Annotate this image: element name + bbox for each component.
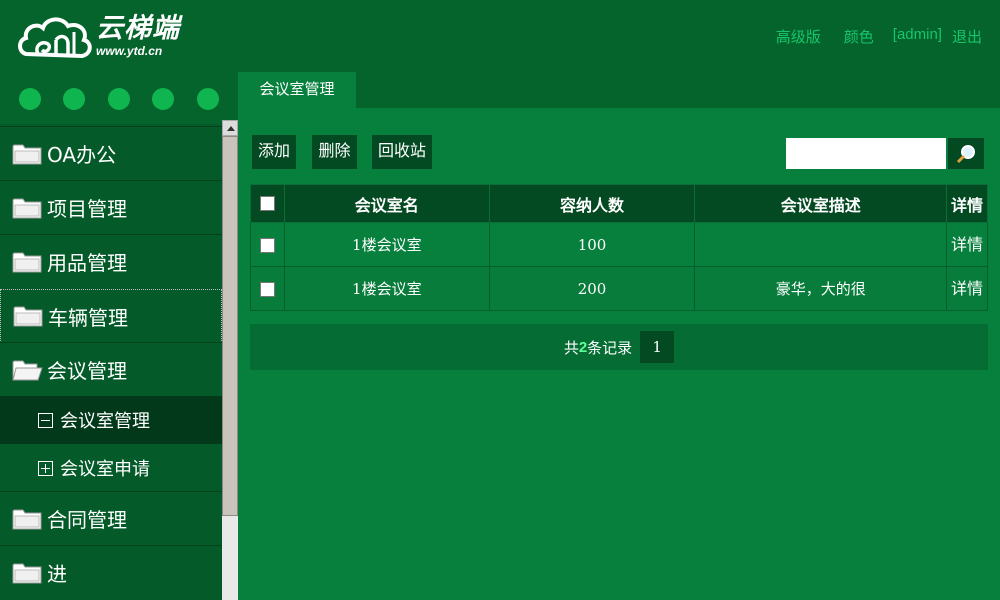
quick-dots-bar: [0, 72, 238, 124]
cloud-logo-icon: [18, 17, 92, 59]
select-all-checkbox[interactable]: [259, 195, 275, 211]
description-cell: 豪华，大的很: [694, 266, 948, 311]
sidebar-item-oa[interactable]: OA办公: [0, 126, 222, 180]
column-header-capacity[interactable]: 容纳人数: [488, 184, 696, 223]
sidebar-item-supplies[interactable]: 用品管理: [0, 234, 222, 288]
sidebar-item-label: 会议管理: [47, 359, 127, 383]
detail-cell: 详情: [946, 222, 988, 267]
tab-strip: 会议室管理: [238, 72, 1000, 108]
table-row: 1楼会议室 100 详情: [250, 222, 988, 267]
folder-icon: [12, 144, 42, 164]
quick-dot-5[interactable]: [197, 88, 219, 110]
description-cell: [694, 222, 948, 267]
sidebar: OA办公 项目管理 用品管理 车辆管理 会议管理 会议室管理 会议室申请 合同管…: [0, 124, 222, 600]
sidebar-subitem-meeting-room-management[interactable]: 会议室管理: [0, 396, 222, 444]
delete-button[interactable]: 删除: [312, 135, 357, 169]
tab-meeting-room-management[interactable]: 会议室管理: [238, 72, 356, 108]
capacity-cell: 200: [488, 266, 696, 311]
sidebar-item-more[interactable]: 进: [0, 545, 222, 599]
record-count: 2: [578, 338, 588, 356]
column-header-name[interactable]: 会议室名: [283, 184, 490, 223]
row-checkbox[interactable]: [259, 238, 275, 253]
search-button[interactable]: [948, 138, 984, 169]
sidebar-subitem-label: 会议室申请: [60, 459, 150, 480]
advanced-link[interactable]: 高级版: [776, 26, 821, 47]
detail-link[interactable]: 详情: [951, 235, 983, 254]
logo-url: www.ytd.cn: [96, 44, 163, 58]
folder-icon: [12, 198, 42, 218]
app-header: 云梯端 www.ytd.cn 高级版 颜色 [admin] 退出: [0, 0, 1000, 72]
record-count-prefix: 共: [563, 339, 579, 357]
room-name-cell: 1楼会议室: [283, 266, 490, 311]
sidebar-item-vehicles[interactable]: 车辆管理: [0, 289, 222, 343]
table-header-row: 会议室名 容纳人数 会议室描述 详情: [250, 184, 988, 223]
quick-dot-4[interactable]: [152, 88, 174, 110]
sidebar-item-label: 车辆管理: [48, 305, 128, 330]
user-link[interactable]: [admin]: [893, 26, 942, 47]
column-header-detail[interactable]: 详情: [946, 184, 988, 223]
expand-icon: [38, 460, 53, 476]
row-checkbox[interactable]: [259, 282, 275, 297]
top-links: 高级版 颜色 [admin] 退出: [776, 26, 982, 47]
sidebar-scrollbar[interactable]: [222, 120, 238, 600]
folder-icon: [13, 306, 43, 327]
detail-link[interactable]: 详情: [951, 279, 983, 298]
collapse-icon: [38, 412, 53, 428]
table-row: 1楼会议室 200 豪华，大的很 详情: [250, 266, 988, 311]
record-count-suffix: 条记录: [587, 339, 633, 357]
folder-icon: [12, 252, 42, 272]
sidebar-item-label: 合同管理: [47, 508, 127, 532]
add-button[interactable]: 添加: [252, 135, 296, 169]
detail-cell: 详情: [946, 266, 988, 311]
scroll-thumb[interactable]: [222, 136, 238, 516]
folder-icon: [12, 509, 42, 529]
sidebar-subitem-label: 会议室管理: [60, 411, 150, 432]
column-header-description[interactable]: 会议室描述: [694, 184, 948, 223]
search-icon: [956, 144, 975, 163]
row-checkbox-cell: [250, 222, 285, 267]
sidebar-item-label: 项目管理: [47, 197, 127, 221]
sidebar-item-label: 用品管理: [47, 251, 127, 275]
room-name-cell: 1楼会议室: [283, 222, 490, 267]
quick-dot-2[interactable]: [63, 88, 85, 110]
scroll-up-arrow-icon[interactable]: [222, 120, 238, 136]
sidebar-item-project[interactable]: 项目管理: [0, 180, 222, 234]
folder-icon: [12, 563, 42, 583]
capacity-cell: 100: [488, 222, 696, 267]
sidebar-subitem-meeting-room-request[interactable]: 会议室申请: [0, 444, 222, 492]
logo-name: 云梯端: [96, 13, 180, 44]
sidebar-item-label: OA办公: [47, 143, 117, 167]
sidebar-item-contracts[interactable]: 合同管理: [0, 491, 222, 545]
quick-dot-1[interactable]: [19, 88, 41, 110]
folder-open-icon: [12, 360, 43, 380]
meeting-room-table: 会议室名 容纳人数 会议室描述 详情 1楼会议室 100 详情 1楼会议室 20…: [250, 184, 988, 311]
quick-dot-3[interactable]: [108, 88, 130, 110]
recycle-bin-button[interactable]: 回收站: [372, 135, 432, 169]
page-number-button[interactable]: 1: [640, 331, 675, 363]
logout-link[interactable]: 退出: [952, 26, 982, 47]
search-input[interactable]: [786, 138, 946, 169]
sidebar-item-label: 进: [47, 562, 67, 586]
select-all-cell: [250, 184, 285, 223]
sidebar-item-meetings[interactable]: 会议管理: [0, 342, 222, 396]
color-link[interactable]: 颜色: [844, 26, 874, 47]
row-checkbox-cell: [250, 266, 285, 311]
pagination-bar: 共 2 条记录 1: [250, 324, 988, 370]
logo: 云梯端 www.ytd.cn: [16, 10, 206, 62]
